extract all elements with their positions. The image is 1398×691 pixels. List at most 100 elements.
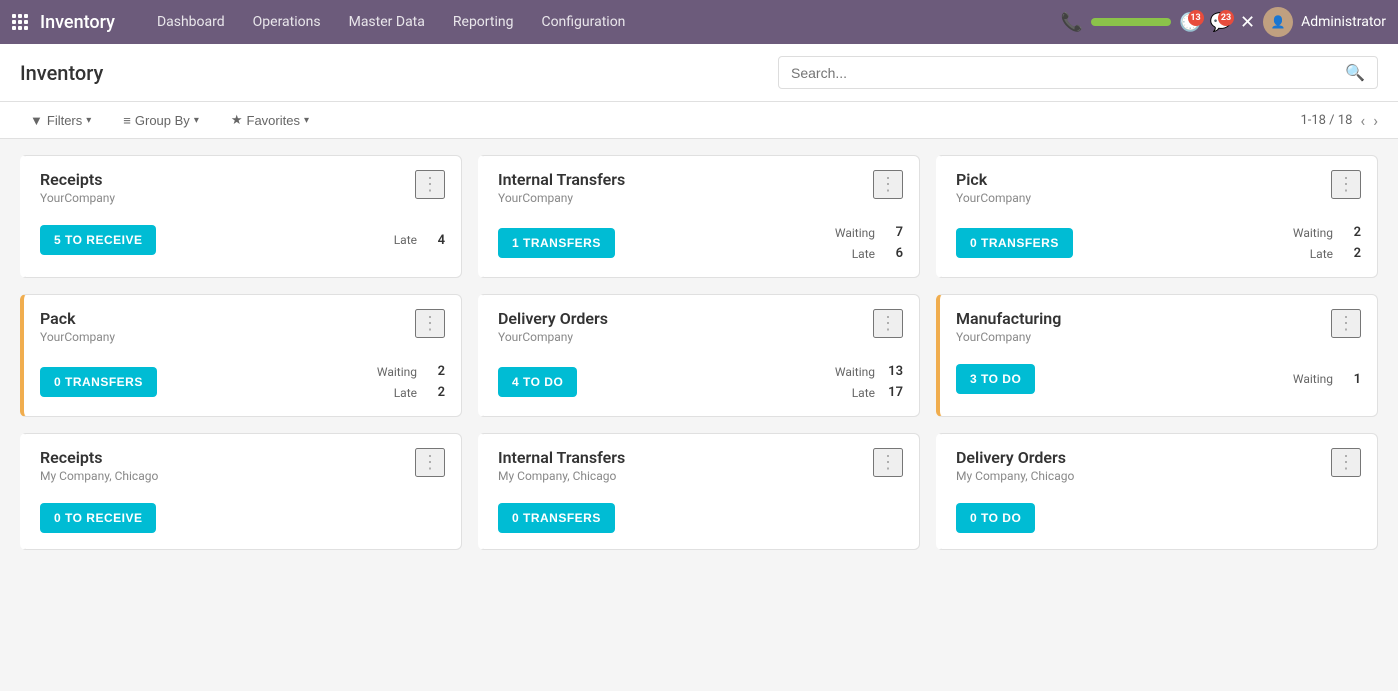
card-title: Receipts bbox=[40, 448, 158, 467]
stat-label: Late bbox=[394, 233, 417, 247]
card-header: Receipts My Company, Chicago ⋮ bbox=[24, 434, 461, 493]
card-menu-button[interactable]: ⋮ bbox=[415, 448, 445, 477]
stat-value: 2 bbox=[425, 385, 445, 400]
card-body: 0 TO RECEIVE bbox=[24, 493, 461, 549]
card-header: Pick YourCompany ⋮ bbox=[940, 156, 1377, 215]
card-action-button[interactable]: 0 TRANSFERS bbox=[498, 503, 615, 533]
card-action-button[interactable]: 3 TO DO bbox=[956, 364, 1035, 394]
activity-icon-wrapper[interactable]: 🕐 13 bbox=[1179, 12, 1201, 33]
nav-reporting[interactable]: Reporting bbox=[441, 8, 526, 36]
card-subtitle: YourCompany bbox=[498, 191, 625, 205]
card-card-pack-1: Pack YourCompany ⋮ 0 TRANSFERS Waiting 2… bbox=[20, 294, 462, 417]
card-subtitle: YourCompany bbox=[498, 330, 608, 344]
card-card-receipts-2: Receipts My Company, Chicago ⋮ 0 TO RECE… bbox=[20, 433, 462, 550]
group-by-label: Group By bbox=[135, 113, 190, 128]
card-stats: Waiting 7 Late 6 bbox=[835, 225, 903, 261]
card-action-button[interactable]: 5 TO RECEIVE bbox=[40, 225, 156, 255]
chat-badge: 23 bbox=[1218, 10, 1234, 26]
favorites-chevron: ▾ bbox=[304, 115, 309, 126]
card-menu-button[interactable]: ⋮ bbox=[1331, 309, 1361, 338]
top-nav: Inventory Dashboard Operations Master Da… bbox=[0, 0, 1398, 44]
card-title: Internal Transfers bbox=[498, 448, 625, 467]
avatar: 👤 bbox=[1263, 7, 1293, 37]
stat-label: Waiting bbox=[1293, 372, 1333, 386]
stat-row: Late 17 bbox=[835, 385, 903, 400]
filter-icon: ▼ bbox=[30, 113, 43, 128]
sub-header: Inventory 🔍 bbox=[0, 44, 1398, 102]
card-action-button[interactable]: 0 TO RECEIVE bbox=[40, 503, 156, 533]
card-header: Delivery Orders My Company, Chicago ⋮ bbox=[940, 434, 1377, 493]
nav-dashboard[interactable]: Dashboard bbox=[145, 8, 237, 36]
card-menu-button[interactable]: ⋮ bbox=[1331, 170, 1361, 199]
card-stats: Waiting 13 Late 17 bbox=[835, 364, 903, 400]
nav-master-data[interactable]: Master Data bbox=[337, 8, 437, 36]
card-menu-button[interactable]: ⋮ bbox=[873, 309, 903, 338]
nav-configuration[interactable]: Configuration bbox=[529, 8, 637, 36]
card-subtitle: YourCompany bbox=[40, 330, 115, 344]
card-menu-button[interactable]: ⋮ bbox=[415, 170, 445, 199]
stat-row: Waiting 2 bbox=[377, 364, 445, 379]
progress-bar bbox=[1091, 18, 1171, 26]
next-page-button[interactable]: › bbox=[1373, 111, 1378, 130]
stat-value: 2 bbox=[1341, 246, 1361, 261]
nav-menu: Dashboard Operations Master Data Reporti… bbox=[145, 8, 1061, 36]
favorites-button[interactable]: ★ Favorites ▾ bbox=[221, 108, 319, 132]
stat-label: Waiting bbox=[377, 365, 417, 379]
prev-page-button[interactable]: ‹ bbox=[1360, 111, 1365, 130]
activity-badge: 13 bbox=[1188, 10, 1204, 26]
card-card-internal-transfers-1: Internal Transfers YourCompany ⋮ 1 TRANS… bbox=[478, 155, 920, 278]
search-input[interactable] bbox=[791, 65, 1345, 81]
card-menu-button[interactable]: ⋮ bbox=[873, 448, 903, 477]
search-bar[interactable]: 🔍 bbox=[778, 56, 1378, 89]
close-icon[interactable]: ✕ bbox=[1240, 12, 1255, 33]
card-stats: Waiting 2 Late 2 bbox=[1293, 225, 1361, 261]
card-action-button[interactable]: 1 TRANSFERS bbox=[498, 228, 615, 258]
stat-row: Late 2 bbox=[1293, 246, 1361, 261]
card-body: 1 TRANSFERS Waiting 7 Late 6 bbox=[482, 215, 919, 277]
card-menu-button[interactable]: ⋮ bbox=[1331, 448, 1361, 477]
card-title: Pack bbox=[40, 309, 115, 328]
stat-row: Waiting 7 bbox=[835, 225, 903, 240]
stat-value: 13 bbox=[883, 364, 903, 379]
card-title: Internal Transfers bbox=[498, 170, 625, 189]
card-card-pick-1: Pick YourCompany ⋮ 0 TRANSFERS Waiting 2… bbox=[936, 155, 1378, 278]
stat-value: 4 bbox=[425, 233, 445, 248]
favorites-label: Favorites bbox=[247, 113, 300, 128]
card-action-button[interactable]: 0 TO DO bbox=[956, 503, 1035, 533]
main-content: Receipts YourCompany ⋮ 5 TO RECEIVE Late… bbox=[0, 139, 1398, 566]
filters-button[interactable]: ▼ Filters ▾ bbox=[20, 108, 101, 132]
group-by-button[interactable]: ≡ Group By ▾ bbox=[113, 108, 209, 132]
card-action-button[interactable]: 4 TO DO bbox=[498, 367, 577, 397]
card-info: Pack YourCompany bbox=[40, 309, 115, 344]
card-menu-button[interactable]: ⋮ bbox=[873, 170, 903, 199]
stat-label: Late bbox=[1310, 247, 1333, 261]
card-menu-button[interactable]: ⋮ bbox=[415, 309, 445, 338]
pagination-info: 1-18 / 18 ‹ › bbox=[1300, 111, 1378, 130]
card-action-button[interactable]: 0 TRANSFERS bbox=[956, 228, 1073, 258]
chat-icon-wrapper[interactable]: 💬 23 bbox=[1210, 12, 1232, 33]
phone-icon[interactable]: 📞 bbox=[1061, 12, 1083, 33]
user-name[interactable]: Administrator bbox=[1301, 14, 1386, 30]
card-header: Internal Transfers YourCompany ⋮ bbox=[482, 156, 919, 215]
group-by-chevron: ▾ bbox=[194, 115, 199, 126]
card-header: Receipts YourCompany ⋮ bbox=[24, 156, 461, 215]
grid-menu-icon[interactable] bbox=[12, 14, 28, 30]
card-action-button[interactable]: 0 TRANSFERS bbox=[40, 367, 157, 397]
filter-buttons: ▼ Filters ▾ ≡ Group By ▾ ★ Favorites ▾ bbox=[20, 108, 319, 132]
stat-label: Late bbox=[852, 386, 875, 400]
app-title: Inventory bbox=[40, 12, 115, 33]
stat-row: Waiting 13 bbox=[835, 364, 903, 379]
nav-operations[interactable]: Operations bbox=[241, 8, 333, 36]
stat-label: Late bbox=[852, 247, 875, 261]
card-subtitle: YourCompany bbox=[40, 191, 115, 205]
card-body: 0 TRANSFERS Waiting 2 Late 2 bbox=[940, 215, 1377, 277]
stat-value: 17 bbox=[883, 385, 903, 400]
card-info: Internal Transfers My Company, Chicago bbox=[498, 448, 625, 483]
stat-label: Waiting bbox=[1293, 226, 1333, 240]
stat-value: 1 bbox=[1341, 372, 1361, 387]
stat-label: Late bbox=[394, 386, 417, 400]
card-subtitle: YourCompany bbox=[956, 191, 1031, 205]
card-subtitle: My Company, Chicago bbox=[498, 469, 625, 483]
card-header: Internal Transfers My Company, Chicago ⋮ bbox=[482, 434, 919, 493]
card-header: Pack YourCompany ⋮ bbox=[24, 295, 461, 354]
